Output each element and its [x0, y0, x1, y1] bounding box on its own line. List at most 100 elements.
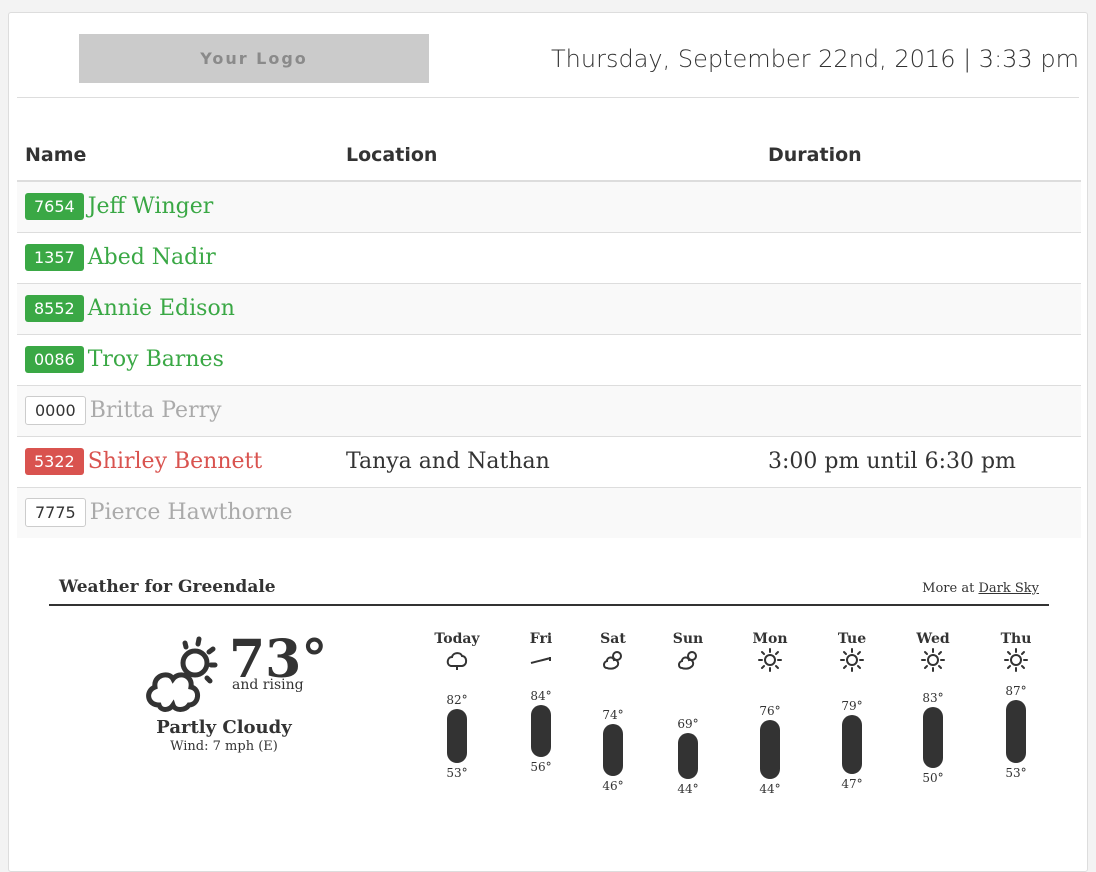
name-cell: 1357 Abed Nadir	[17, 231, 338, 283]
forecast-day-name: Today	[434, 631, 480, 647]
table-row: 0000 Britta Perry	[17, 384, 1081, 436]
forecast-icon-wrap	[735, 647, 805, 673]
forecast-day: Fri 84° 56°	[506, 631, 576, 774]
table-row: 1357 Abed Nadir	[17, 231, 1081, 283]
dark-sky-link[interactable]: Dark Sky	[978, 581, 1039, 596]
forecast-icon-wrap	[981, 647, 1051, 673]
forecast-icon-wrap	[817, 647, 887, 673]
location-cell	[338, 231, 760, 283]
forecast-low: 44°	[677, 782, 699, 797]
name-cell: 5322 Shirley Bennett	[17, 435, 338, 487]
temp-range-bar	[603, 723, 623, 776]
sun-icon	[1004, 648, 1028, 672]
name-cell: 8552 Annie Edison	[17, 282, 338, 334]
temp-range-bar	[447, 709, 467, 763]
forecast-low: 46°	[602, 778, 624, 793]
forecast-low: 44°	[759, 782, 781, 797]
weather-title: Weather for Greendale	[59, 577, 276, 597]
duration-cell	[760, 282, 1081, 334]
id-badge: 7775	[25, 498, 86, 528]
location-cell	[338, 384, 760, 436]
forecast-day: Sun 69° 44°	[653, 631, 723, 796]
cloudy-icon	[446, 652, 468, 670]
location-cell: Tanya and Nathan	[338, 435, 760, 487]
temp-range-bar	[531, 705, 551, 758]
more-link-text: More at Dark Sky	[922, 581, 1039, 596]
name-cell: 7654 Jeff Winger	[17, 180, 338, 232]
partly-cloudy-icon	[678, 651, 697, 670]
id-badge: 7654	[25, 193, 84, 221]
forecast-day-name: Sat	[600, 631, 626, 647]
name-cell: 7775 Pierce Hawthorne	[17, 486, 338, 538]
person-name: Jeff Winger	[87, 194, 214, 220]
forecast-low: 47°	[841, 776, 863, 791]
forecast-icon-wrap	[422, 647, 492, 673]
person-name: Britta Perry	[89, 398, 222, 423]
person-name: Troy Barnes	[87, 347, 224, 372]
forecast-day-name: Sun	[672, 631, 704, 647]
forecast-day: Sat 74° 46°	[578, 631, 648, 793]
forecast-low: 53°	[446, 765, 468, 780]
forecast-low: 50°	[922, 771, 944, 786]
forecast-day-name: Thu	[1000, 631, 1032, 647]
temp-range-bar	[1006, 699, 1026, 763]
temp-range-bar	[842, 714, 862, 774]
forecast-day-name: Fri	[529, 631, 553, 647]
person-name: Shirley Bennett	[87, 449, 263, 474]
forecast-icon-wrap	[898, 647, 968, 673]
location-cell	[338, 282, 760, 334]
person-name: Annie Edison	[87, 296, 235, 321]
forecast-high: 74°	[602, 707, 624, 722]
id-badge: 0086	[25, 346, 84, 373]
forecast-day: Mon 76° 44°	[735, 631, 805, 796]
forecast-day: Wed 83° 50°	[898, 631, 968, 785]
location-cell	[338, 180, 760, 232]
forecast-high: 87°	[1005, 683, 1027, 698]
temp-range-bar	[760, 720, 780, 780]
weather-divider	[49, 604, 1049, 606]
people-table: Name Location Duration 7654 Jeff Winger 1…	[17, 130, 1081, 538]
table-row: 8552 Annie Edison	[17, 282, 1081, 334]
forecast-icon-wrap	[578, 647, 648, 673]
wind-icon	[530, 657, 551, 664]
person-name: Abed Nadir	[87, 245, 216, 270]
partly-cloudy-icon	[603, 651, 622, 670]
forecast-day: Tue 79° 47°	[817, 631, 887, 791]
forecast-low: 53°	[1005, 765, 1027, 780]
sun-icon	[840, 648, 864, 672]
forecast-day: Today 82° 53°	[422, 631, 492, 780]
forecast-day: Thu 87° 53°	[981, 631, 1051, 780]
duration-cell	[760, 486, 1081, 538]
name-cell: 0000 Britta Perry	[17, 384, 338, 436]
forecast-low: 56°	[530, 760, 552, 775]
partly-cloudy-icon	[146, 636, 218, 712]
duration-cell	[760, 180, 1081, 232]
id-badge: 8552	[25, 295, 84, 322]
sun-icon	[758, 648, 782, 672]
location-cell	[338, 486, 760, 538]
temp-trend: and rising	[232, 677, 304, 693]
forecast-icon-wrap	[506, 647, 576, 673]
temp-range-bar	[678, 733, 698, 780]
forecast-high: 82°	[446, 693, 468, 707]
id-badge: 1357	[25, 244, 84, 271]
table-row: 7654 Jeff Winger	[17, 180, 1081, 232]
divider	[17, 97, 1079, 98]
column-header-duration: Duration	[760, 130, 1081, 182]
id-badge: 0000	[25, 396, 86, 425]
forecast-high: 84°	[530, 689, 552, 704]
duration-cell	[760, 231, 1081, 283]
panel: Your Logo Thursday, September 22nd, 2016…	[8, 12, 1088, 872]
forecast-icon-wrap	[653, 647, 723, 673]
forecast-high: 69°	[677, 717, 699, 732]
id-badge: 5322	[25, 448, 84, 475]
duration-cell	[760, 384, 1081, 436]
table-row: 7775 Pierce Hawthorne	[17, 486, 1081, 538]
temp-range-bar	[923, 707, 943, 769]
forecast-day-name: Wed	[916, 631, 950, 647]
forecast-high: 76°	[759, 704, 781, 719]
logo: Your Logo	[79, 34, 429, 83]
forecast-day-name: Mon	[752, 631, 788, 647]
current-wind: Wind: 7 mph (E)	[170, 739, 278, 754]
current-condition: Partly Cloudy	[156, 717, 292, 738]
